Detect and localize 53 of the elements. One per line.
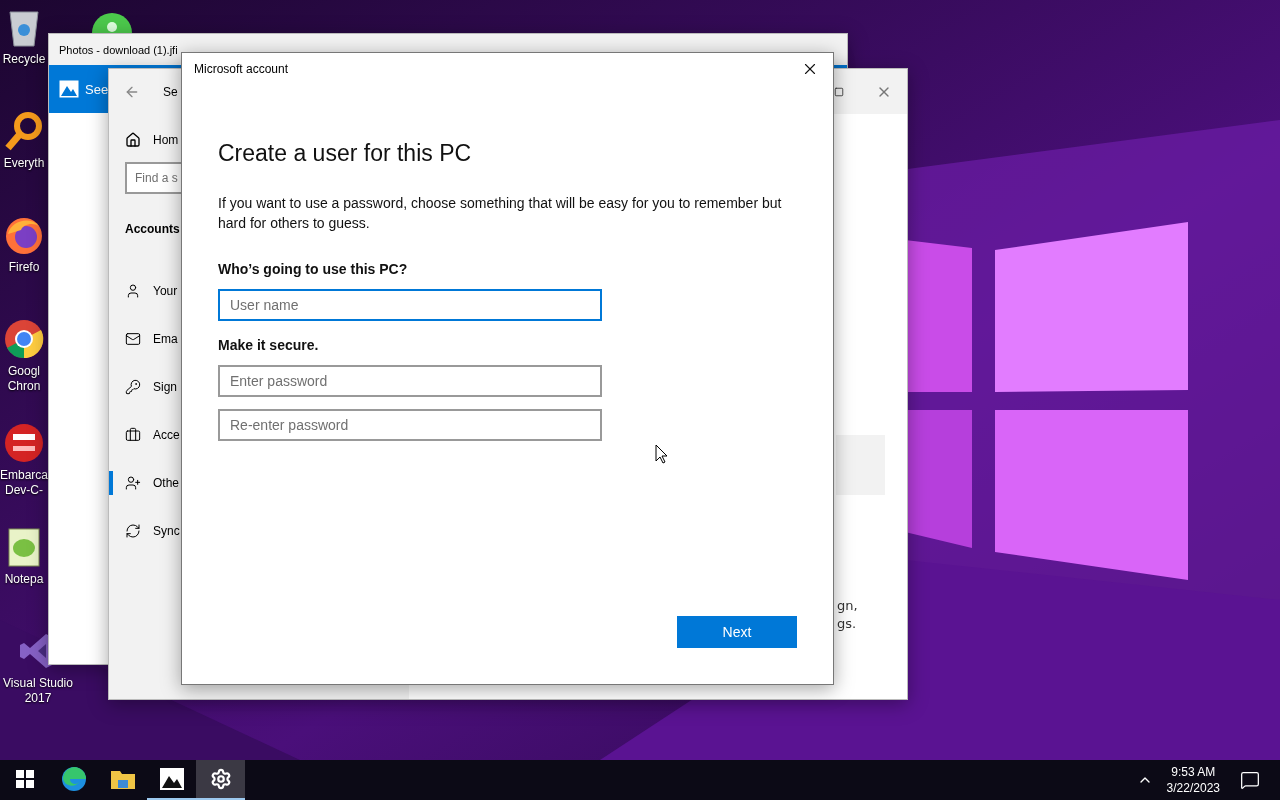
desktop-icon-label[interactable]: Firefo [8, 260, 40, 275]
desktop-icon-label[interactable]: Notepa [4, 572, 44, 587]
taskbar-button[interactable] [196, 760, 245, 800]
clock[interactable]: 9:53 AM 3/22/2023 [1166, 764, 1220, 796]
desktop-icon-label[interactable]: Embarca Dev-C- [0, 468, 48, 498]
photos-icon [158, 767, 185, 791]
nav-item[interactable]: Othe [125, 467, 179, 499]
nav-item[interactable]: Your [125, 275, 178, 307]
desktop-icon-label[interactable]: Visual Studio 2017 [0, 676, 76, 706]
search-field[interactable]: Find a s [125, 162, 182, 194]
toolbar-tab[interactable]: See [85, 81, 109, 97]
field-label: Make it secure. [218, 337, 320, 353]
field-label: Who’s going to use this PC? [218, 261, 409, 277]
dev-cpp-icon [3, 422, 45, 464]
window-title: Photos - download (1).jfi [59, 43, 178, 56]
input-field[interactable]: Re-enter password [218, 409, 602, 441]
person-icon [125, 283, 141, 299]
window-title: Se [163, 84, 178, 99]
chrome-icon [3, 318, 45, 360]
input-field[interactable]: User name [218, 289, 602, 321]
windows-logo-icon [15, 770, 34, 788]
image-icon [59, 80, 79, 98]
input-field[interactable]: Enter password [218, 365, 602, 397]
notepad-icon [6, 526, 42, 568]
body-text: gn, [837, 598, 858, 613]
magnifier-icon [4, 110, 44, 152]
desktop-icon-label[interactable]: Everyth [3, 156, 45, 171]
nav-item[interactable]: Hom [125, 124, 179, 156]
maximize-icon [834, 86, 844, 97]
folder-icon [109, 768, 136, 790]
key-icon [125, 379, 141, 395]
desktop-icon-label[interactable]: Recycle [2, 52, 46, 67]
mail-icon [125, 331, 141, 347]
settings-icon [209, 768, 232, 790]
notification-icon[interactable] [1240, 770, 1260, 790]
nav-item[interactable]: Acce [125, 419, 180, 451]
home-icon [125, 132, 141, 148]
nav-item[interactable]: Sign [125, 371, 178, 403]
next-button[interactable]: Next [677, 616, 797, 648]
sync-icon [125, 523, 141, 539]
nav-item[interactable]: Ema [125, 323, 178, 355]
instruction-text: If you want to use a password, choose something that will be easy for you to remember but hard for others to guess. [218, 194, 783, 233]
dialog-heading: Create a user for this PC [218, 140, 473, 167]
nav-item[interactable]: Sync [125, 515, 180, 547]
body-text: gs. [837, 616, 857, 631]
mouse-pointer-icon [655, 444, 668, 464]
edge-icon [60, 766, 87, 792]
briefcase-icon [125, 427, 141, 443]
section-title: Accounts [125, 222, 180, 236]
settings-card [836, 435, 885, 495]
add-person-icon [125, 475, 141, 491]
dialog-title: Microsoft account [194, 61, 289, 76]
desktop-icon-label[interactable]: Googl Chron [0, 364, 48, 394]
